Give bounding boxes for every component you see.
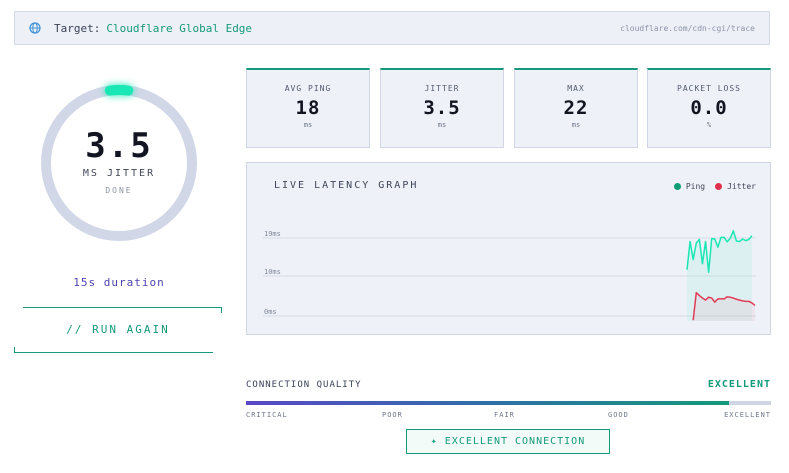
legend-label-jitter: Jitter: [727, 182, 756, 191]
quality-tick-critical: CRITICAL: [246, 411, 288, 419]
test-duration: 15s duration: [73, 276, 165, 289]
excellent-connection-badge[interactable]: ✦ EXCELLENT CONNECTION: [406, 429, 610, 454]
stat-unit: ms: [571, 121, 581, 129]
stat-label: PACKET LOSS: [677, 84, 741, 93]
quality-tick-poor: POOR: [382, 411, 403, 419]
stat-value: 22: [563, 97, 589, 119]
legend-dot-jitter: [715, 183, 723, 190]
run-again-button[interactable]: // RUN AGAIN: [14, 307, 222, 353]
button-frame-top: [23, 307, 222, 308]
y-axis-label: 10ms: [264, 268, 281, 276]
gauge-status: DONE: [105, 186, 133, 195]
stat-value: 18: [295, 97, 321, 119]
quality-scale: CRITICAL POOR FAIR GOOD EXCELLENT: [246, 411, 771, 421]
legend-dot-ping: [673, 183, 681, 190]
legend-item-jitter: Jitter: [715, 182, 756, 191]
globe-icon: [29, 22, 41, 34]
run-again-label: // RUN AGAIN: [66, 323, 170, 336]
target-url: cloudflare.com/cdn-cgi/trace: [620, 23, 755, 33]
graph-legend: Ping Jitter: [664, 182, 756, 191]
button-frame-corner: [14, 347, 15, 353]
gauge-progress-arc: [104, 85, 134, 96]
y-axis-label: 0ms: [264, 308, 277, 316]
stat-unit: ms: [303, 121, 313, 129]
latency-graph-panel: 19ms 10ms 0ms LIVE LATENCY GRAPH Ping Jitt…: [246, 162, 771, 335]
target-bar: Target: Cloudflare Global Edge cloudflar…: [14, 11, 770, 45]
legend-item-ping: Ping: [673, 182, 706, 191]
button-frame-corner: [221, 307, 222, 313]
stat-card-avg-ping: AVG PING 18 ms: [246, 68, 370, 148]
quality-fill: [246, 401, 729, 405]
connection-quality-label: CONNECTION QUALITY: [246, 380, 362, 390]
stat-card-packet-loss: PACKET LOSS 0.0 %: [647, 68, 771, 148]
stat-label: JITTER: [424, 84, 460, 93]
quality-tick-good: GOOD: [608, 411, 629, 419]
legend-label-ping: Ping: [685, 182, 706, 191]
graph-title: LIVE LATENCY GRAPH: [274, 180, 419, 191]
stat-card-max: MAX 22 ms: [514, 68, 638, 148]
target-label: Target:: [54, 21, 101, 35]
stat-value: 0.0: [690, 97, 728, 119]
stat-unit: %: [706, 121, 712, 129]
quality-tick-excellent: EXCELLENT: [724, 411, 771, 419]
stat-unit: ms: [437, 121, 447, 129]
gauge-value: 3.5: [85, 126, 153, 166]
stat-card-jitter: JITTER 3.5 ms: [380, 68, 504, 148]
quality-tick-fair: FAIR: [494, 411, 515, 419]
stat-label: AVG PING: [284, 84, 332, 93]
stat-label: MAX: [567, 84, 585, 93]
stat-value: 3.5: [423, 97, 461, 119]
target-name: Cloudflare Global Edge: [106, 21, 253, 35]
connection-quality-value: EXCELLENT: [707, 379, 771, 390]
button-frame-bottom: [14, 352, 213, 353]
quality-track: [246, 401, 771, 405]
gauge-unit: MS JITTER: [82, 168, 156, 179]
y-axis-label: 19ms: [264, 230, 281, 238]
